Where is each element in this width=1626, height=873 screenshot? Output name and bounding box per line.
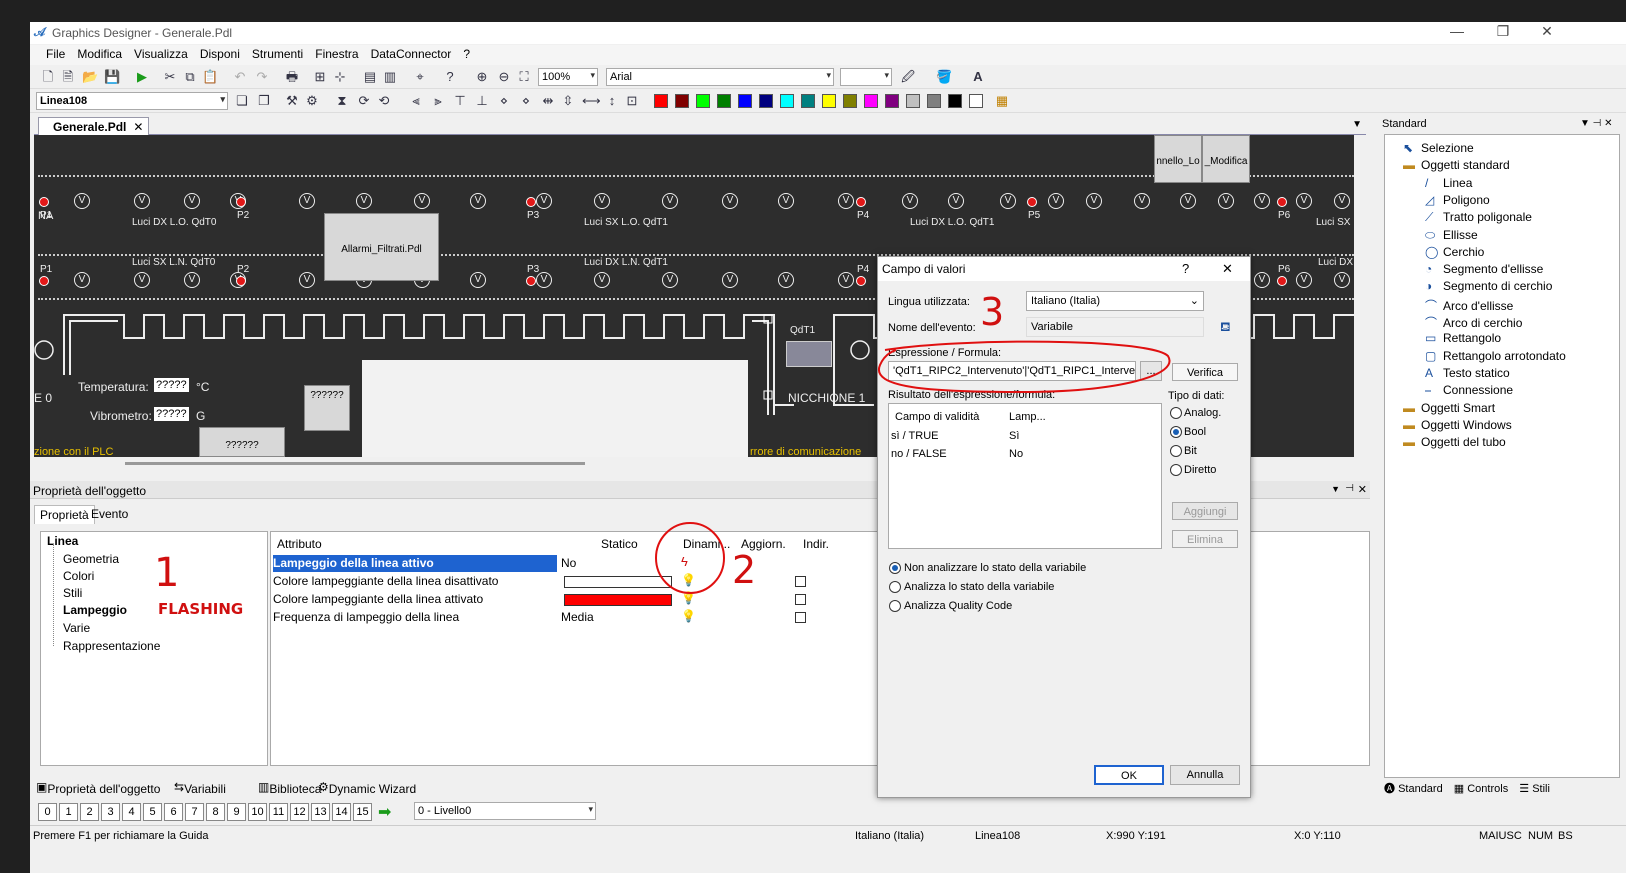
annotation-2: 2	[732, 548, 757, 592]
annotation-overlay	[655, 340, 1171, 594]
annotation-1: 1	[154, 550, 180, 596]
annotation-circle-3	[877, 340, 1171, 394]
annotation-flashing: FLASHING	[158, 600, 244, 618]
annotation-circle-2	[655, 522, 725, 594]
annotation-3: 3	[980, 290, 1005, 334]
